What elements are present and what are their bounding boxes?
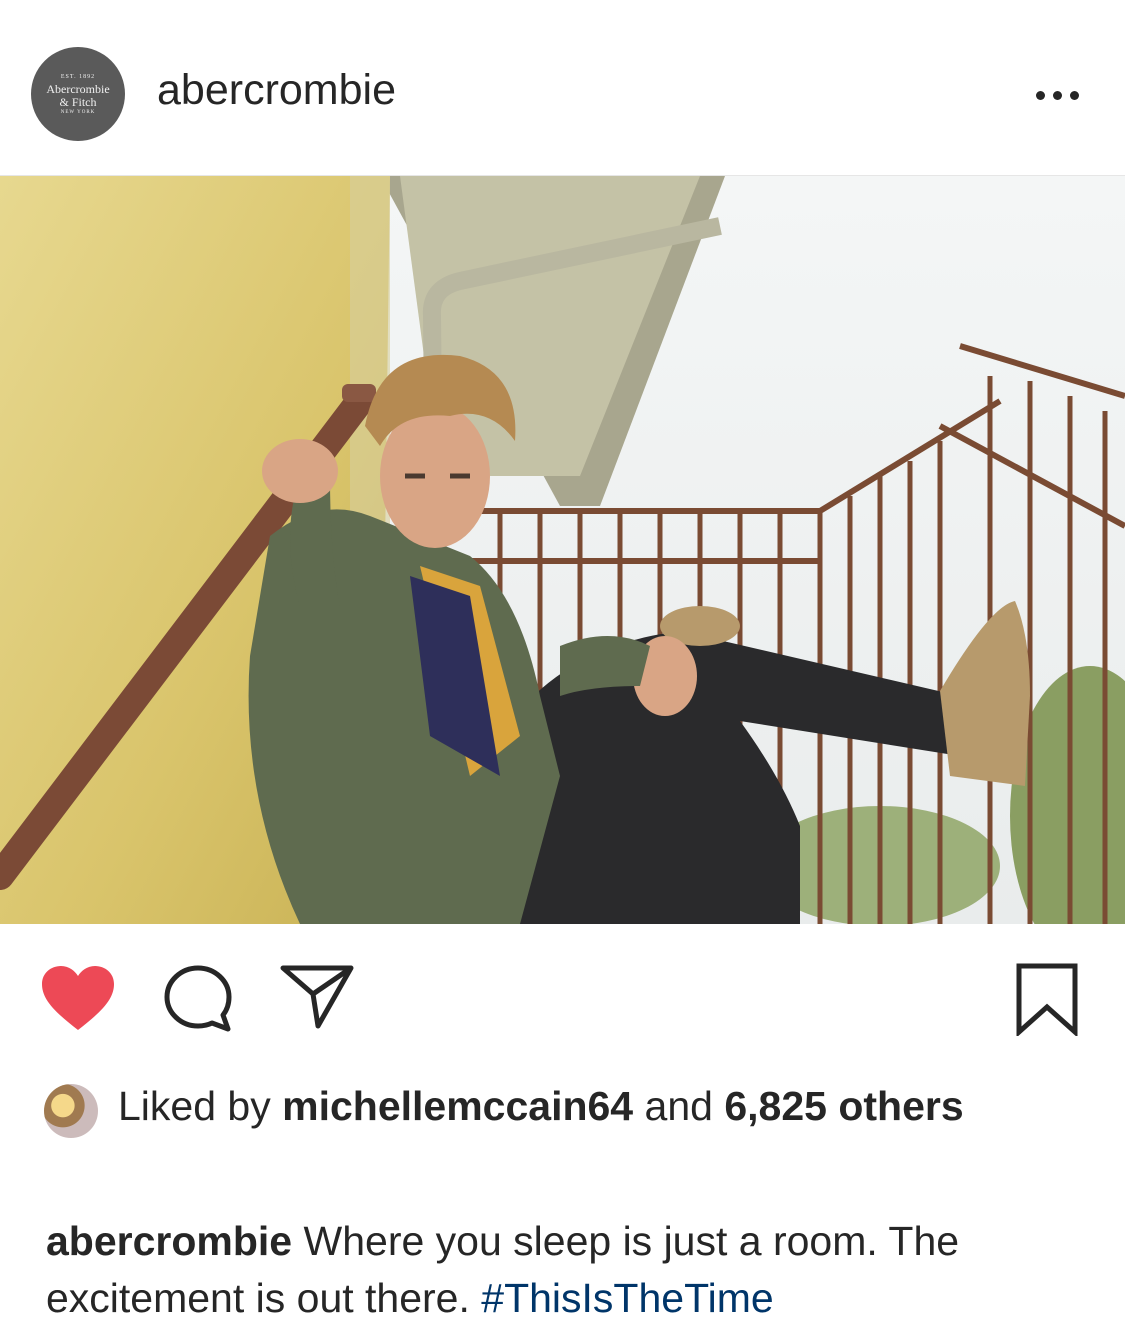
liker-avatar[interactable] (44, 1084, 98, 1138)
action-bar (0, 940, 1125, 1050)
heart-icon[interactable] (40, 964, 116, 1037)
comment-icon[interactable] (162, 963, 234, 1040)
likes-count[interactable]: 6,825 (724, 1083, 827, 1129)
likes-and: and (644, 1083, 713, 1129)
post-caption: abercrombie Where you sleep is just a ro… (46, 1213, 1096, 1327)
post-header: EST. 1892 Abercrombie & Fitch NEW YORK a… (0, 0, 1125, 176)
first-liker-link[interactable]: michellemccain64 (282, 1083, 633, 1129)
likes-prefix: Liked by (118, 1083, 271, 1129)
likes-text: Liked by michellemccain64 and 6,825 othe… (118, 1078, 1018, 1134)
more-options-icon[interactable] (1030, 76, 1086, 116)
caption-username[interactable]: abercrombie (46, 1218, 292, 1264)
avatar-brand-line2: & Fitch (59, 95, 97, 109)
likes-others[interactable]: others (838, 1083, 963, 1129)
post-photo-illustration (0, 176, 1125, 924)
caption-hashtag[interactable]: #ThisIsTheTime (481, 1275, 773, 1321)
post-photo[interactable] (0, 176, 1125, 924)
post-username[interactable]: abercrombie (157, 66, 396, 115)
avatar-city-text: NEW YORK (60, 110, 96, 115)
bookmark-icon[interactable] (1014, 962, 1080, 1041)
profile-avatar[interactable]: EST. 1892 Abercrombie & Fitch NEW YORK (31, 47, 125, 141)
avatar-est-text: EST. 1892 (60, 74, 96, 80)
share-icon[interactable] (280, 964, 354, 1035)
